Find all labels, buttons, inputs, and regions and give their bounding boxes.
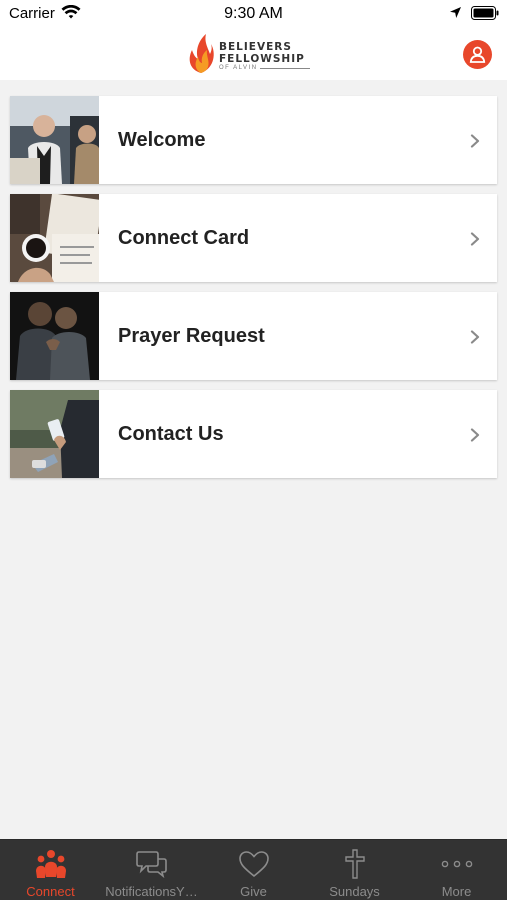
menu-item-label: Welcome	[118, 129, 206, 151]
menu-item-label: Contact Us	[118, 423, 224, 445]
profile-button[interactable]	[463, 40, 492, 69]
battery-icon	[471, 6, 499, 25]
tab-label: Sundays	[329, 884, 380, 899]
cross-icon	[344, 849, 365, 879]
menu-item-label: Prayer Request	[118, 325, 265, 347]
people-praying-photo	[10, 292, 99, 380]
menu-item-connect-card[interactable]: Connect Card	[10, 194, 497, 282]
phone-in-hand-photo	[10, 390, 99, 478]
header: BELIEVERS FELLOWSHIP OF ALVIN	[0, 28, 507, 80]
tab-connect[interactable]: Connect	[0, 840, 101, 900]
chat-bubbles-icon	[135, 851, 167, 878]
menu-item-prayer-request[interactable]: Prayer Request	[10, 292, 497, 380]
flame-icon	[189, 34, 214, 73]
church-logo: BELIEVERS FELLOWSHIP OF ALVIN	[186, 32, 314, 74]
tab-sundays[interactable]: Sundays	[304, 840, 405, 900]
menu-item-contact-us[interactable]: Contact Us	[10, 390, 497, 478]
chevron-right-icon	[470, 134, 480, 148]
tab-bar: Connect NotificationsY… Give Sundays Mor…	[0, 839, 507, 900]
logo-line-1: BELIEVERS	[219, 41, 292, 53]
people-greeting-photo	[10, 96, 99, 184]
people-group-icon	[35, 850, 66, 878]
menu-item-welcome[interactable]: Welcome	[10, 96, 497, 184]
clock: 9:30 AM	[224, 5, 283, 22]
logo-line-2: FELLOWSHIP	[219, 53, 305, 65]
location-arrow-icon	[449, 6, 462, 24]
user-icon	[469, 46, 486, 63]
tab-label: Give	[240, 884, 267, 899]
tab-label: Connect	[26, 884, 75, 899]
tab-label: More	[441, 884, 472, 899]
chevron-right-icon	[470, 428, 480, 442]
tab-give[interactable]: Give	[203, 840, 304, 900]
coffee-notebook-photo	[10, 194, 99, 282]
logo-line-3: OF ALVIN	[219, 65, 258, 71]
heart-icon	[238, 851, 269, 878]
tab-notifications[interactable]: NotificationsY…	[101, 840, 202, 900]
more-dots-icon	[441, 860, 472, 868]
chevron-right-icon	[470, 330, 480, 344]
tab-more[interactable]: More	[406, 840, 507, 900]
logo-rule	[260, 68, 310, 69]
tab-label: NotificationsY…	[105, 884, 198, 899]
status-bar: Carrier 9:30 AM	[0, 0, 507, 28]
chevron-right-icon	[470, 232, 480, 246]
menu-item-label: Connect Card	[118, 227, 250, 249]
